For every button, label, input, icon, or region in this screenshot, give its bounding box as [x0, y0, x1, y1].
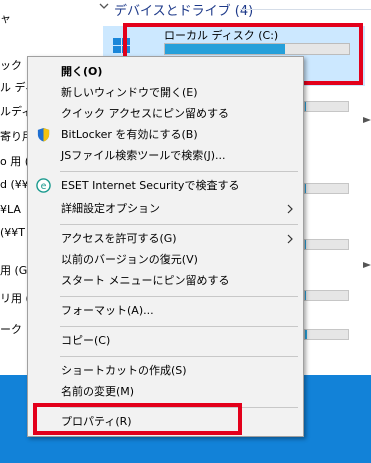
drive-usage-bar — [304, 101, 349, 112]
nav-item[interactable]: ーク — [0, 321, 22, 337]
menu-item-label: 新しいウィンドウで開く(E) — [61, 86, 198, 99]
menu-item-label: ショートカットの作成(S) — [61, 364, 187, 377]
uac-shield-icon — [37, 127, 50, 142]
nav-item[interactable]: o 用 ( — [0, 153, 28, 169]
menu-item-copy[interactable]: コピー(C) — [28, 330, 303, 351]
arrow-right-icon — [363, 262, 371, 268]
nav-item[interactable]: ルディ — [0, 103, 28, 119]
menu-item-label: スタート メニューにピン留めする — [61, 274, 230, 287]
menu-item-label: JSファイル検索ツールで検索(J)... — [61, 149, 226, 162]
menu-separator — [60, 296, 298, 297]
drive-usage-fill — [305, 102, 307, 111]
nav-item[interactable]: ル ディ — [0, 79, 28, 95]
menu-item-grant-access[interactable]: アクセスを許可する(G) — [28, 228, 303, 249]
nav-item[interactable]: 用 (G: — [0, 262, 28, 278]
menu-item-bitlocker[interactable]: BitLocker を有効にする(B) — [28, 124, 303, 145]
menu-item-label: クイック アクセスにピン留めする — [61, 107, 229, 120]
nav-item[interactable]: ¥LA — [0, 203, 21, 216]
drive-usage-fill — [305, 291, 307, 300]
menu-item-eset-scan[interactable]: e ESET Internet Securityで検査する — [28, 175, 303, 196]
menu-item-format[interactable]: フォーマット(A)... — [28, 300, 303, 321]
section-divider — [240, 9, 371, 10]
drive-usage-bar — [304, 239, 349, 250]
drive-usage-fill — [305, 240, 307, 249]
nav-item[interactable]: ック — [0, 57, 22, 73]
navigation-pane: ャ ック ル ディ ルディ 寄り用 o 用 ( d (¥¥ ¥LA (¥¥T 用… — [0, 0, 28, 375]
drive-usage-fill — [305, 330, 307, 339]
chevron-right-icon — [287, 234, 293, 244]
status-bar — [0, 350, 28, 375]
menu-item-label: 開く(O) — [61, 65, 103, 78]
menu-item-label: ESET Internet Securityで検査する — [61, 179, 240, 192]
menu-item-label: 以前のバージョンの復元(V) — [61, 253, 198, 266]
drive-usage-bar — [304, 290, 349, 301]
menu-item-rename[interactable]: 名前の変更(M) — [28, 381, 303, 402]
nav-item[interactable]: d (¥¥ — [0, 178, 28, 191]
drive-usage-bar — [304, 183, 349, 194]
context-menu: 開く(O) 新しいウィンドウで開く(E) クイック アクセスにピン留めする Bi… — [27, 56, 304, 437]
drive-usage-fill — [305, 184, 307, 193]
menu-item-open-new-window[interactable]: 新しいウィンドウで開く(E) — [28, 82, 303, 103]
menu-item-label: アクセスを許可する(G) — [61, 232, 177, 245]
menu-item-label: 名前の変更(M) — [61, 385, 135, 398]
drive-usage-bar — [304, 329, 349, 340]
menu-item-create-shortcut[interactable]: ショートカットの作成(S) — [28, 360, 303, 381]
highlight-box-properties — [33, 403, 242, 435]
eset-icon: e — [36, 178, 51, 193]
menu-separator — [60, 224, 298, 225]
nav-item[interactable]: (¥¥T — [0, 226, 25, 239]
svg-text:e: e — [41, 181, 47, 192]
menu-item-pin-start[interactable]: スタート メニューにピン留めする — [28, 270, 303, 291]
chevron-down-icon[interactable] — [99, 1, 109, 11]
menu-item-open[interactable]: 開く(O) — [28, 61, 303, 82]
section-title: デバイスとドライブ (4) — [114, 4, 254, 19]
menu-separator — [60, 356, 298, 357]
arrow-right-icon — [363, 117, 371, 123]
menu-item-label: コピー(C) — [61, 334, 111, 347]
chevron-right-icon — [287, 204, 293, 214]
menu-separator — [60, 326, 298, 327]
menu-item-label: BitLocker を有効にする(B) — [61, 128, 198, 141]
nav-item[interactable]: 寄り用 — [0, 128, 28, 144]
menu-item-label: フォーマット(A)... — [61, 304, 154, 317]
menu-item-label: 詳細設定オプション — [61, 202, 160, 215]
nav-item[interactable]: ャ — [0, 10, 11, 26]
menu-item-restore-previous[interactable]: 以前のバージョンの復元(V) — [28, 249, 303, 270]
menu-item-js-file-search[interactable]: JSファイル検索ツールで検索(J)... — [28, 145, 303, 166]
menu-item-pin-quick-access[interactable]: クイック アクセスにピン留めする — [28, 103, 303, 124]
menu-separator — [60, 171, 298, 172]
nav-item[interactable]: リ用 ( — [0, 290, 28, 306]
menu-item-advanced-options[interactable]: 詳細設定オプション — [28, 198, 303, 219]
